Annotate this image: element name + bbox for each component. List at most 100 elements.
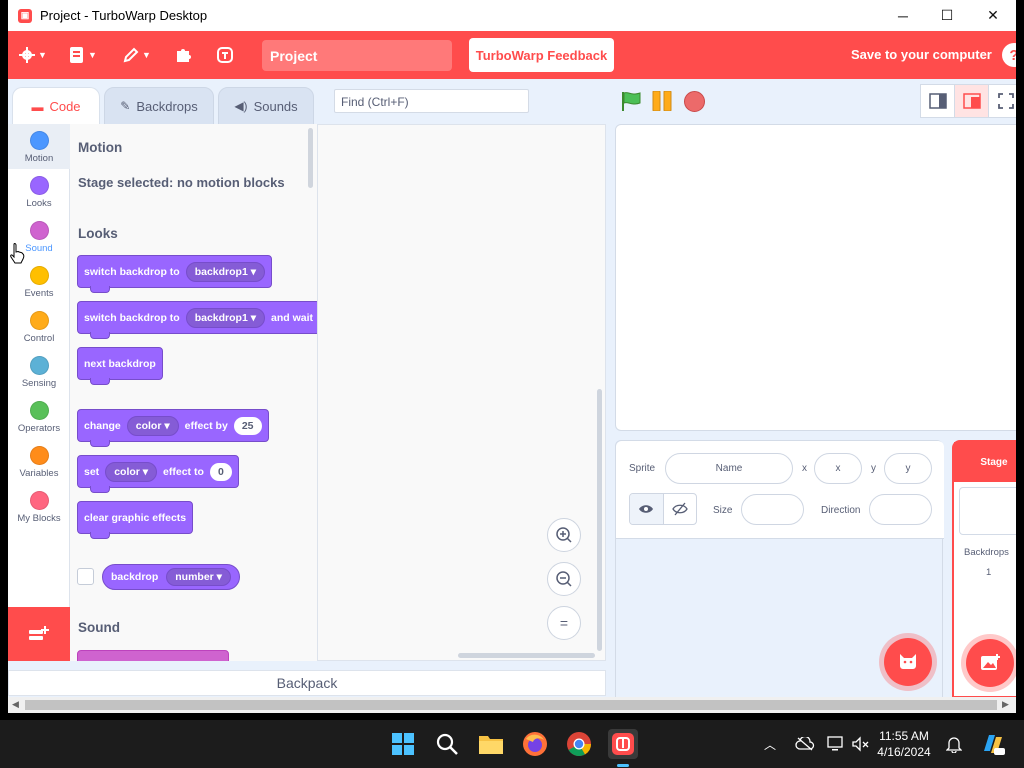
backdrop-dropdown[interactable]: backdrop1 ▾	[185, 307, 265, 328]
script-horizontal-scrollbar[interactable]	[458, 653, 595, 658]
minimize-button[interactable]: ─	[880, 0, 926, 31]
tab-backdrops-label: Backdrops	[136, 98, 198, 114]
clear-graphic-effects-block[interactable]: clear graphic effects	[77, 501, 194, 539]
x-input[interactable]: x	[814, 453, 862, 484]
active-app-indicator	[617, 764, 629, 767]
taskbar-clock[interactable]: 11:55 AM 4/16/2024	[874, 728, 934, 760]
network-status[interactable]	[827, 720, 845, 768]
backdrop-property-dropdown[interactable]: number ▾	[166, 568, 231, 586]
firefox-app[interactable]	[520, 729, 550, 759]
zoom-reset-button[interactable]: =	[547, 606, 581, 640]
block-text: and wait	[270, 311, 313, 324]
switch-backdrop-and-wait-block[interactable]: switch backdrop to backdrop1 ▾ and wait	[77, 301, 317, 339]
backdrops-label: Backdrops	[964, 547, 1009, 558]
category-variables[interactable]: Variables	[8, 439, 70, 484]
help-button[interactable]: ?	[1002, 43, 1016, 67]
show-hidden-icons-button[interactable]: ︿	[764, 720, 776, 768]
zoom-out-button[interactable]	[547, 562, 581, 596]
hide-sprite-button[interactable]	[662, 494, 696, 524]
tab-code[interactable]: ▬ Code	[12, 87, 100, 125]
pause-button[interactable]	[651, 90, 673, 112]
tab-sounds[interactable]: ◀) Sounds	[218, 87, 314, 125]
start-button[interactable]	[388, 729, 418, 759]
feedback-button[interactable]: TurboWarp Feedback	[469, 38, 614, 72]
notifications-button[interactable]	[946, 720, 962, 768]
close-button[interactable]: ✕	[970, 0, 1016, 31]
file-menu[interactable]: ▼	[68, 45, 97, 65]
stage-header: Stage	[954, 442, 1016, 482]
effect-dropdown[interactable]: color ▾	[126, 415, 179, 436]
operators-dot-icon	[29, 401, 49, 420]
stop-button[interactable]	[684, 91, 705, 112]
file-explorer-app[interactable]	[476, 729, 506, 759]
search-button[interactable]	[432, 729, 462, 759]
events-dot-icon	[29, 266, 49, 285]
category-sensing[interactable]: Sensing	[8, 349, 70, 394]
bell-icon	[946, 737, 962, 753]
tab-backdrops[interactable]: ✎ Backdrops	[104, 87, 214, 125]
size-input[interactable]	[741, 494, 804, 525]
turbowarp-logo-icon	[217, 47, 233, 63]
script-area[interactable]: =	[318, 124, 606, 661]
normal-stage-button[interactable]	[954, 84, 989, 118]
category-label: Sensing	[21, 378, 57, 389]
app-window: ▣ Project - TurboWarp Desktop ─ ☐ ✕ ▼ ▼ …	[8, 0, 1016, 713]
backdrop-monitor-checkbox[interactable]	[77, 568, 94, 585]
settings-menu[interactable]: ▼	[18, 45, 47, 65]
block-text: backdrop	[111, 571, 159, 583]
effect-dropdown[interactable]: color ▾	[105, 461, 158, 482]
stage-target-pane[interactable]: Stage Backdrops 1	[952, 440, 1016, 698]
project-title-input[interactable]: Project	[262, 40, 452, 71]
script-vertical-scrollbar[interactable]	[597, 389, 602, 651]
add-extension-button[interactable]	[8, 607, 70, 661]
fullscreen-button[interactable]	[988, 84, 1016, 118]
show-sprite-button[interactable]	[630, 494, 663, 524]
switch-backdrop-block[interactable]: switch backdrop to backdrop1 ▾	[77, 255, 272, 293]
choose-backdrop-button[interactable]	[966, 639, 1014, 687]
save-to-computer-button[interactable]: Save to your computer	[851, 47, 992, 62]
sound-block[interactable]	[77, 650, 229, 661]
sprite-pane: Sprite Name x x y y Size Direction	[615, 440, 944, 698]
turbowarp-button[interactable]	[216, 45, 234, 65]
set-effect-block[interactable]: set color ▾ effect to 0	[77, 455, 239, 493]
effect-value-input[interactable]: 0	[209, 462, 232, 481]
direction-input[interactable]	[869, 494, 932, 525]
onedrive-status[interactable]	[795, 720, 815, 768]
volume-status[interactable]	[852, 720, 870, 768]
green-flag-button[interactable]	[620, 90, 642, 117]
category-motion[interactable]: Motion	[8, 124, 70, 169]
find-input[interactable]: Find (Ctrl+F)	[334, 89, 529, 113]
category-my-blocks[interactable]: My Blocks	[8, 484, 70, 529]
backpack[interactable]: Backpack	[8, 670, 606, 696]
palette-scrollbar[interactable]	[308, 128, 313, 188]
small-stage-button[interactable]	[920, 84, 955, 118]
choose-sprite-button[interactable]	[884, 638, 932, 686]
scroll-right-icon[interactable]: ▶	[1002, 699, 1009, 710]
block-text: next backdrop	[84, 357, 156, 370]
window-horizontal-scrollbar[interactable]: ◀ ▶	[8, 697, 1016, 713]
window-title: Project - TurboWarp Desktop	[40, 8, 208, 23]
copilot-button[interactable]	[980, 720, 1006, 768]
backdrop-reporter-block[interactable]: backdrop number ▾	[102, 564, 240, 590]
stage-canvas[interactable]	[615, 124, 1016, 431]
backdrop-dropdown[interactable]: backdrop1 ▾	[185, 261, 265, 282]
maximize-button[interactable]: ☐	[924, 0, 970, 31]
scrollbar-thumb[interactable]	[25, 700, 997, 710]
change-effect-block[interactable]: change color ▾ effect by 25	[77, 409, 269, 447]
category-looks[interactable]: Looks	[8, 169, 70, 214]
scroll-left-icon[interactable]: ◀	[12, 699, 19, 710]
edit-menu[interactable]: ▼	[122, 45, 151, 65]
effect-amount-input[interactable]: 25	[233, 416, 262, 435]
addons-button[interactable]	[174, 45, 192, 65]
chrome-app[interactable]	[564, 729, 594, 759]
windows-logo-icon	[392, 733, 414, 755]
turbowarp-taskbar-app[interactable]	[608, 729, 638, 759]
looks-header: Looks	[78, 226, 118, 241]
zoom-in-button[interactable]	[547, 518, 581, 552]
category-control[interactable]: Control	[8, 304, 70, 349]
y-input[interactable]: y	[884, 453, 932, 484]
category-operators[interactable]: Operators	[8, 394, 70, 439]
next-backdrop-block[interactable]: next backdrop	[77, 347, 163, 385]
sprite-name-input[interactable]: Name	[665, 453, 793, 484]
x-label: x	[802, 463, 807, 474]
